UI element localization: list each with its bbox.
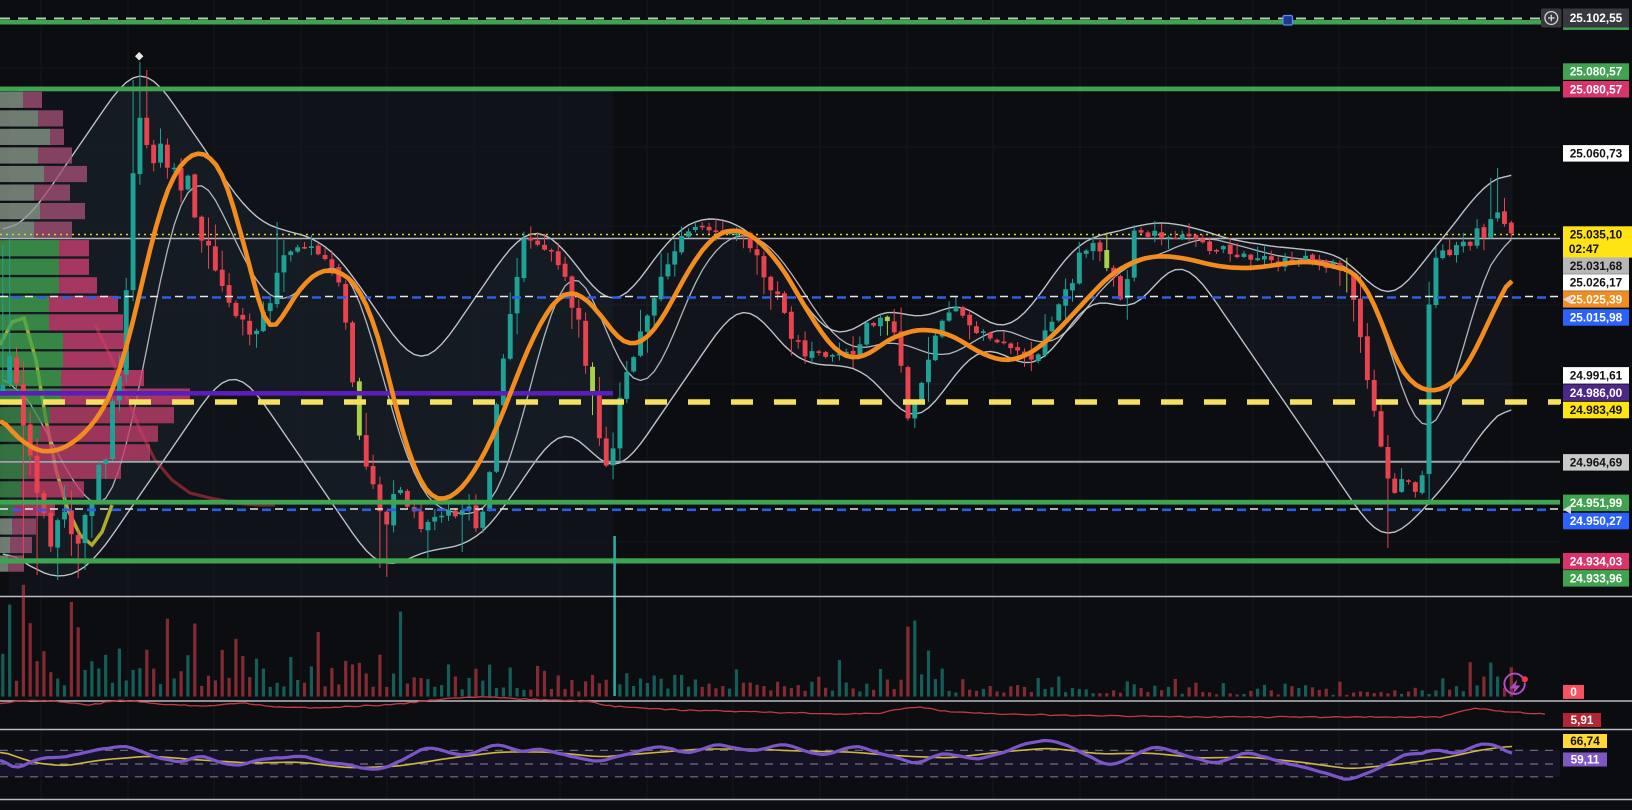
svg-text:5,91: 5,91 — [1571, 713, 1594, 727]
svg-text:24.950,27: 24.950,27 — [1570, 514, 1623, 528]
svg-text:25.026,17: 25.026,17 — [1570, 276, 1623, 290]
svg-text:24.983,49: 24.983,49 — [1570, 403, 1623, 417]
svg-text:02:47: 02:47 — [1569, 242, 1600, 256]
svg-text:24.934,03: 24.934,03 — [1570, 554, 1623, 568]
svg-text:24.986,00: 24.986,00 — [1570, 386, 1623, 400]
svg-text:59,11: 59,11 — [1571, 753, 1600, 767]
svg-text:25.031,68: 25.031,68 — [1570, 259, 1623, 273]
svg-text:24.964,69: 24.964,69 — [1570, 456, 1623, 470]
svg-text:25.102,55: 25.102,55 — [1570, 11, 1623, 25]
svg-text:25.035,10: 25.035,10 — [1570, 228, 1623, 242]
svg-text:0: 0 — [1570, 685, 1577, 699]
svg-text:25.080,57: 25.080,57 — [1570, 65, 1623, 79]
svg-text:25.060,73: 25.060,73 — [1570, 146, 1623, 160]
svg-text:25.080,57: 25.080,57 — [1570, 82, 1623, 96]
svg-text:24.951,99: 24.951,99 — [1570, 496, 1623, 510]
svg-text:24.991,61: 24.991,61 — [1570, 368, 1623, 382]
svg-text:25.015,98: 25.015,98 — [1570, 311, 1623, 325]
svg-text:24.933,96: 24.933,96 — [1570, 572, 1623, 586]
svg-text:66,74: 66,74 — [1570, 734, 1600, 748]
svg-text:25.025,39: 25.025,39 — [1570, 293, 1623, 307]
